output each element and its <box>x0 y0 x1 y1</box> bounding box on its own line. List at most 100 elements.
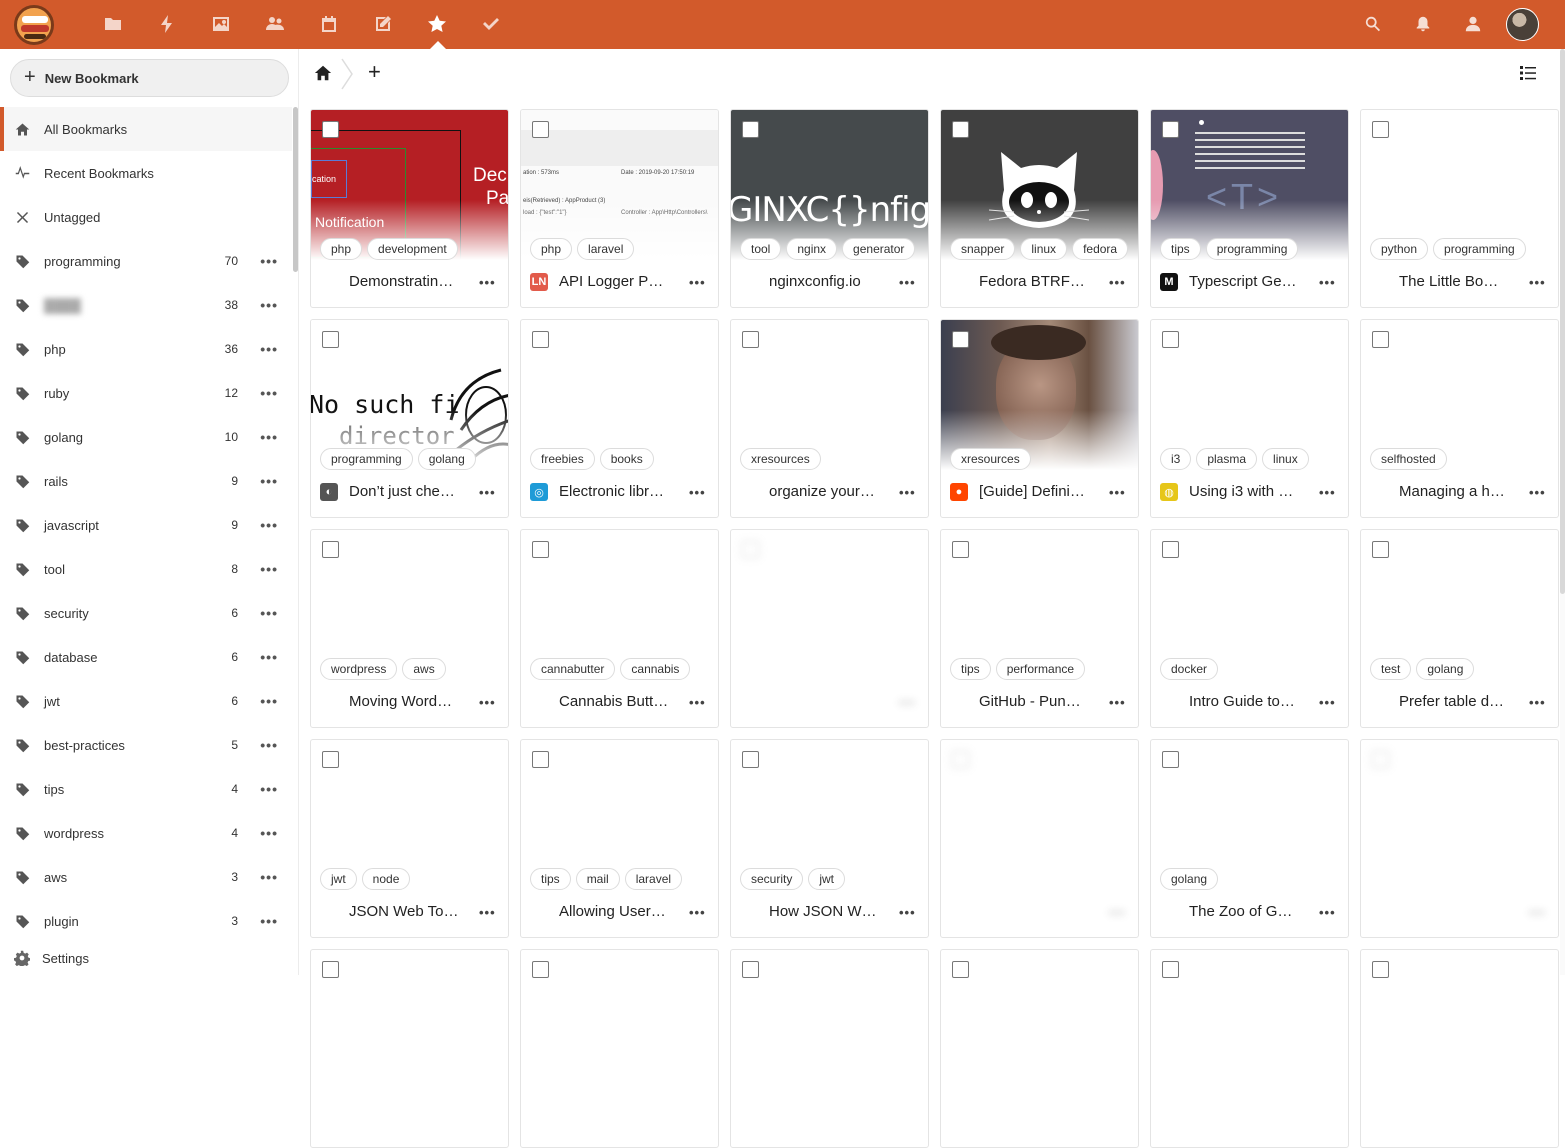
tag-chip[interactable]: tips <box>530 868 571 890</box>
bookmark-card[interactable]: python programming The Little Bo… ••• <box>1360 109 1559 308</box>
tag-chip[interactable]: development <box>367 238 458 260</box>
tag-chip[interactable]: python <box>1370 238 1429 260</box>
bookmark-select-checkbox[interactable] <box>742 541 759 558</box>
bookmark-card[interactable] <box>730 949 929 1148</box>
tag-chip[interactable]: plasma <box>1196 448 1258 470</box>
bookmark-select-checkbox[interactable] <box>952 751 969 768</box>
breadcrumb-home-icon[interactable] <box>314 64 332 82</box>
bookmark-title[interactable]: Using i3 with … <box>1189 483 1309 500</box>
bookmark-card[interactable]: snapper linux fedora Fedora BTRF… ••• <box>940 109 1139 308</box>
bookmark-select-checkbox[interactable] <box>322 961 339 978</box>
bookmark-actions-menu[interactable]: ••• <box>1109 275 1126 290</box>
bookmark-title[interactable]: Allowing User… <box>559 903 679 920</box>
bookmark-title[interactable]: Fedora BTRF… <box>979 273 1099 290</box>
bookmark-select-checkbox[interactable] <box>1162 121 1179 138</box>
bookmark-actions-menu[interactable]: ••• <box>479 275 496 290</box>
bookmark-actions-menu[interactable]: ••• <box>899 485 916 500</box>
bookmark-card[interactable]: xresources organize your… ••• <box>730 319 929 518</box>
bookmark-actions-menu[interactable]: ••• <box>1109 695 1126 710</box>
bookmark-title[interactable]: The Zoo of G… <box>1189 903 1309 920</box>
tag-chip[interactable]: xresources <box>950 448 1031 470</box>
tag-actions-menu[interactable]: ••• <box>260 561 278 577</box>
nextcloud-logo[interactable] <box>14 5 54 45</box>
bookmark-card[interactable]: No such fidirectorprogramminggolang◐Don’… <box>310 319 509 518</box>
bookmark-select-checkbox[interactable] <box>322 751 339 768</box>
tag-chip[interactable]: tool <box>740 238 782 260</box>
bookmark-select-checkbox[interactable] <box>532 331 549 348</box>
sidebar-item-all-bookmarks[interactable]: All Bookmarks <box>0 107 292 151</box>
tag-actions-menu[interactable]: ••• <box>260 781 278 797</box>
list-view-toggle-icon[interactable] <box>1520 65 1536 81</box>
tag-actions-menu[interactable]: ••• <box>260 693 278 709</box>
bookmark-select-checkbox[interactable] <box>952 331 969 348</box>
sidebar-tag-tips[interactable]: tips 4 ••• <box>0 767 292 811</box>
tag-chip[interactable]: golang <box>1160 868 1219 890</box>
bookmark-actions-menu[interactable]: ••• <box>1529 695 1546 710</box>
bookmark-card[interactable]: security jwt How JSON W… ••• <box>730 739 929 938</box>
bookmark-select-checkbox[interactable] <box>952 541 969 558</box>
photos-app-icon[interactable] <box>210 13 232 35</box>
bookmark-select-checkbox[interactable] <box>742 121 759 138</box>
bookmark-select-checkbox[interactable] <box>532 541 549 558</box>
bookmark-title[interactable]: API Logger P… <box>559 273 679 290</box>
bookmark-actions-menu[interactable]: ••• <box>1319 905 1336 920</box>
tag-chip[interactable]: security <box>740 868 804 890</box>
sidebar-tag-rails[interactable]: rails 9 ••• <box>0 459 292 503</box>
bookmark-actions-menu[interactable]: ••• <box>899 695 916 710</box>
sidebar-tag-plugin[interactable]: plugin 3 ••• <box>0 899 292 943</box>
tag-chip[interactable]: jwt <box>808 868 846 890</box>
bookmark-actions-menu[interactable]: ••• <box>689 485 706 500</box>
bookmark-card[interactable]: wordpress aws Moving Word… ••• <box>310 529 509 728</box>
bookmark-card[interactable] <box>310 949 509 1148</box>
tag-chip[interactable]: nginx <box>786 238 838 260</box>
add-folder-button[interactable]: + <box>368 59 381 85</box>
bookmark-select-checkbox[interactable] <box>742 751 759 768</box>
bookmark-select-checkbox[interactable] <box>532 961 549 978</box>
tag-actions-menu[interactable]: ••• <box>260 253 278 269</box>
tag-actions-menu[interactable]: ••• <box>260 429 278 445</box>
bookmark-title[interactable]: Prefer table d… <box>1399 693 1519 710</box>
bookmark-actions-menu[interactable]: ••• <box>689 275 706 290</box>
bookmark-card[interactable] <box>520 949 719 1148</box>
tag-chip[interactable]: golang <box>417 448 476 470</box>
sidebar-tag-hidden[interactable]: ████ 38 ••• <box>0 283 292 327</box>
tag-chip[interactable]: laravel <box>577 238 635 260</box>
bookmark-title[interactable]: organize your… <box>769 483 889 500</box>
tag-chip[interactable]: linux <box>1262 448 1309 470</box>
tag-chip[interactable]: golang <box>1416 658 1475 680</box>
user-avatar[interactable] <box>1506 8 1539 41</box>
bookmark-actions-menu[interactable]: ••• <box>899 905 916 920</box>
bookmark-select-checkbox[interactable] <box>952 961 969 978</box>
bookmark-select-checkbox[interactable] <box>532 121 549 138</box>
bookmark-select-checkbox[interactable] <box>532 751 549 768</box>
tag-chip[interactable]: docker <box>1160 658 1219 680</box>
bookmark-select-checkbox[interactable] <box>1162 751 1179 768</box>
tag-chip[interactable]: test <box>1370 658 1412 680</box>
tag-chip[interactable]: jwt <box>320 868 357 890</box>
bookmark-actions-menu[interactable]: ••• <box>1109 485 1126 500</box>
bookmark-actions-menu[interactable]: ••• <box>689 695 706 710</box>
bookmark-select-checkbox[interactable] <box>742 331 759 348</box>
bookmark-title[interactable]: How JSON W… <box>769 903 889 920</box>
tag-chip[interactable]: generator <box>842 238 916 260</box>
sidebar-tag-jwt[interactable]: jwt 6 ••• <box>0 679 292 723</box>
tag-actions-menu[interactable]: ••• <box>260 649 278 665</box>
tag-actions-menu[interactable]: ••• <box>260 913 278 929</box>
bookmark-actions-menu[interactable]: ••• <box>1319 485 1336 500</box>
bookmark-card[interactable]: xresources ● [Guide] Defini… ••• <box>940 319 1139 518</box>
tag-chip[interactable]: programming <box>1205 238 1299 260</box>
tag-chip[interactable]: freebies <box>530 448 595 470</box>
tag-chip[interactable]: i3 <box>1160 448 1192 470</box>
tag-actions-menu[interactable]: ••• <box>260 605 278 621</box>
bookmark-select-checkbox[interactable] <box>322 121 339 138</box>
bookmark-select-checkbox[interactable] <box>1162 961 1179 978</box>
sidebar-tag-database[interactable]: database 6 ••• <box>0 635 292 679</box>
sidebar-tag-best-practices[interactable]: best-practices 5 ••• <box>0 723 292 767</box>
sidebar-item-recent-bookmarks[interactable]: Recent Bookmarks <box>0 151 292 195</box>
bookmark-actions-menu[interactable]: ••• <box>1319 695 1336 710</box>
bookmark-actions-menu[interactable]: ••• <box>1529 275 1546 290</box>
bookmark-select-checkbox[interactable] <box>1162 331 1179 348</box>
bookmark-card[interactable]: ••• <box>730 529 929 728</box>
bookmark-actions-menu[interactable]: ••• <box>479 905 496 920</box>
bookmark-title[interactable]: The Little Bo… <box>1399 273 1519 290</box>
